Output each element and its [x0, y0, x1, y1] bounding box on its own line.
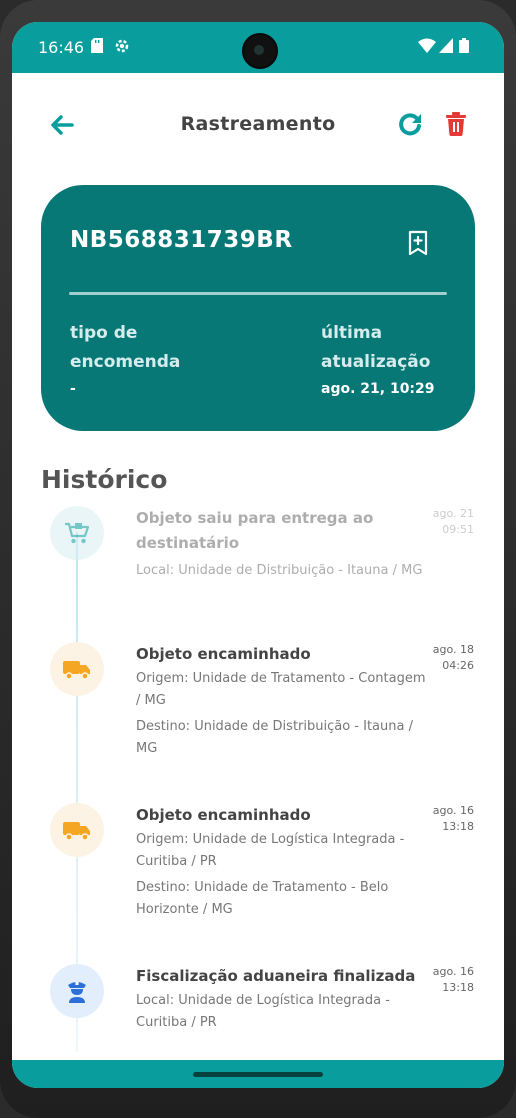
event-icon-circle — [50, 506, 104, 560]
history-list[interactable]: Objeto saiu para entrega ao destinatário… — [12, 502, 504, 1062]
event-title: Objeto saiu para entrega ao destinatário — [136, 509, 374, 552]
signal-icon — [439, 38, 453, 57]
event-time: 09:51 — [442, 523, 474, 536]
tracking-code: NB568831739BR — [70, 227, 293, 253]
event-date-block: ago. 16 13:18 — [433, 803, 474, 835]
package-type-value: - — [70, 381, 76, 397]
last-update-value: ago. 21, 10:29 — [321, 381, 435, 397]
event-date-block: ago. 18 04:26 — [433, 642, 474, 674]
event-icon-circle — [50, 803, 104, 857]
truck-icon — [63, 822, 90, 841]
event-time: 04:26 — [442, 659, 474, 672]
event-date: ago. 16 — [432, 965, 474, 978]
settings-gear-icon — [114, 38, 130, 58]
navigation-bar — [12, 1060, 504, 1088]
tracking-card: NB568831739BR tipo de encomenda - última… — [41, 185, 475, 431]
event-title: Objeto encaminhado — [136, 806, 311, 824]
delete-button[interactable] — [444, 111, 468, 137]
sd-card-icon — [91, 38, 103, 57]
last-update-label: última atualização — [321, 323, 431, 372]
event-destination: Destino: Unidade de Distribuição - Itaun… — [136, 719, 413, 756]
event-icon-circle — [50, 642, 104, 696]
card-divider — [69, 292, 447, 295]
event-origin: Origem: Unidade de Tratamento - Contagem… — [136, 671, 426, 708]
front-camera — [242, 33, 278, 69]
bookmark-button[interactable] — [407, 230, 429, 256]
status-time: 16:46 — [38, 38, 85, 57]
event-detail: Local: Unidade de Distribuição - Itauna … — [136, 563, 423, 578]
app-screen: 16:46 Rastreamento NB568831739BR tipo de… — [12, 22, 504, 1088]
status-bar: 16:46 — [12, 22, 504, 73]
home-gesture-bar[interactable] — [193, 1072, 323, 1077]
refresh-button[interactable] — [397, 111, 423, 137]
event-title: Objeto encaminhado — [136, 645, 311, 663]
history-title: Histórico — [41, 465, 168, 494]
event-date: ago. 16 — [432, 804, 474, 817]
event-date: ago. 21 — [432, 507, 474, 520]
page-title: Rastreamento — [180, 113, 336, 135]
event-detail: Local: Unidade de Logística Integrada - … — [136, 993, 390, 1030]
bookmark-add-icon — [408, 230, 428, 256]
event-icon-circle — [50, 964, 104, 1018]
refresh-icon — [399, 113, 421, 136]
phone-frame: 16:46 Rastreamento NB568831739BR tipo de… — [0, 0, 516, 1118]
trash-icon — [446, 112, 466, 136]
event-time: 13:18 — [442, 820, 474, 833]
event-origin: Origem: Unidade de Logística Integrada -… — [136, 832, 405, 869]
package-type-label: tipo de encomenda — [70, 323, 181, 372]
wifi-icon — [418, 38, 436, 57]
event-time: 13:18 — [442, 981, 474, 994]
battery-icon — [459, 38, 469, 57]
event-date: ago. 18 — [432, 643, 474, 656]
top-app-bar: Rastreamento — [12, 73, 504, 173]
cart-icon — [65, 522, 90, 544]
officer-icon — [68, 982, 86, 1003]
event-date-block: ago. 21 09:51 — [433, 506, 474, 538]
event-destination: Destino: Unidade de Tratamento - Belo Ho… — [136, 880, 389, 917]
event-date-block: ago. 16 13:18 — [433, 964, 474, 996]
event-title: Fiscalização aduaneira finalizada — [136, 967, 416, 985]
truck-icon — [63, 661, 90, 680]
